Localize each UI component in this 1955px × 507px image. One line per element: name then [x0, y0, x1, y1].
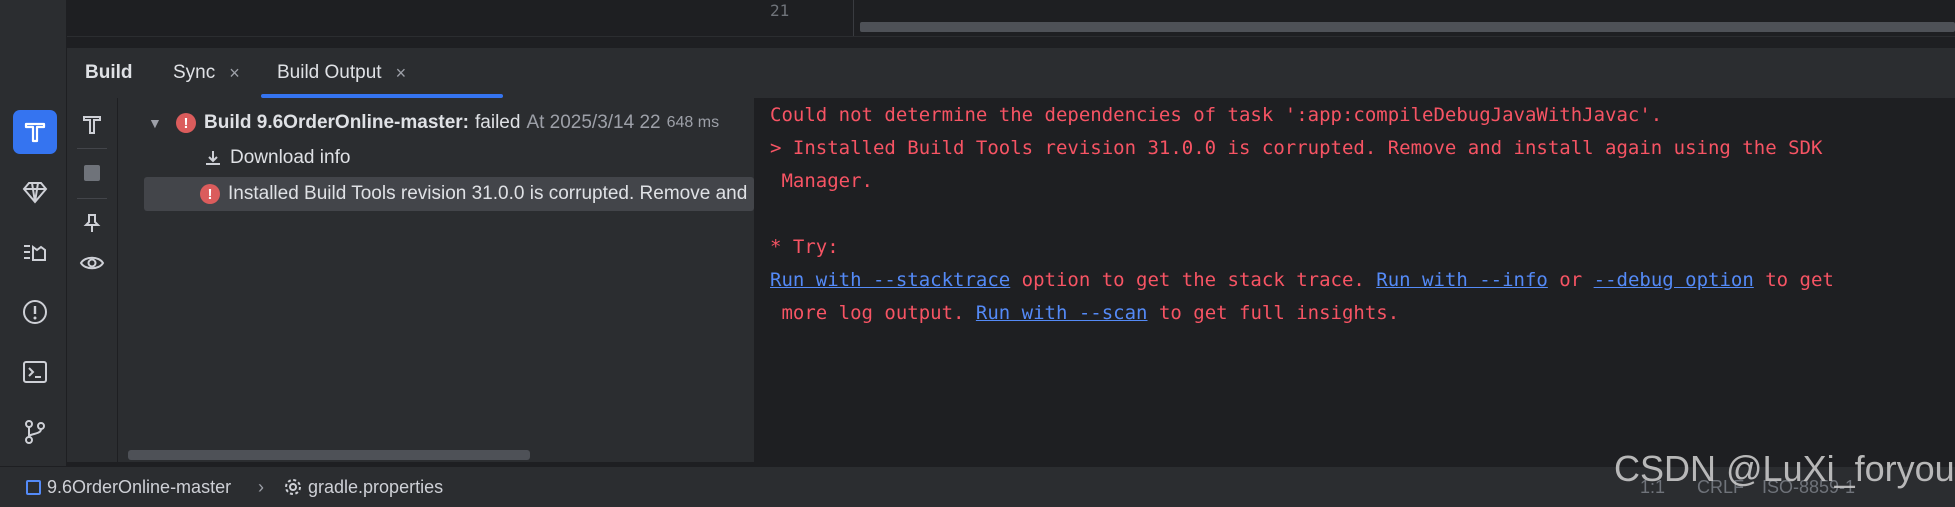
build-tree-root[interactable]: ▼ ! Build 9.6OrderOnline-master: failed … [118, 106, 754, 140]
eye-icon[interactable] [79, 250, 105, 276]
module-icon [26, 479, 41, 495]
git-branch-icon [25, 420, 45, 444]
tree-item-label: Download info [230, 147, 351, 168]
tab-build-output[interactable]: Build Output × [277, 48, 406, 98]
build-time: At 2025/3/14 22 [526, 112, 661, 133]
console-text: option to get the stack trace. [1010, 269, 1377, 291]
tree-item-error[interactable]: ! Installed Build Tools revision 31.0.0 … [144, 177, 754, 211]
more-options-icon[interactable]: ⋮ [1945, 52, 1955, 78]
info-link[interactable]: Run with --info [1376, 269, 1548, 291]
console-line: Manager. [770, 170, 873, 192]
close-icon[interactable]: × [396, 63, 407, 84]
tab-label: Build Output [277, 62, 382, 83]
build-toolbar [67, 98, 118, 462]
logcat-tool-button[interactable] [13, 230, 57, 274]
hammer-icon [24, 122, 46, 143]
console-text: to get full insights. [1147, 302, 1400, 324]
build-status: failed [475, 112, 521, 133]
breadcrumb-project[interactable]: 9.6OrderOnline-master [26, 467, 231, 507]
logcat-icon [24, 245, 46, 261]
stacktrace-link[interactable]: Run with --stacktrace [770, 269, 1010, 291]
watermark: CSDN @LuXi_foryou [1614, 448, 1955, 489]
console-text: or [1547, 269, 1594, 291]
terminal-tool-button[interactable] [13, 350, 57, 394]
breadcrumb-file[interactable]: gradle.properties [284, 467, 443, 507]
tab-label: Sync [173, 62, 216, 83]
tool-window-stripe [0, 0, 67, 466]
breadcrumb-project-label: 9.6OrderOnline-master [47, 476, 232, 497]
panel-title: Build [85, 62, 133, 83]
console-text: to get [1753, 269, 1834, 291]
build-tree: ▼ ! Build 9.6OrderOnline-master: failed … [118, 98, 754, 462]
gear-icon [284, 478, 302, 496]
console-line: Run with --stacktrace option to get the … [770, 267, 1834, 293]
chevron-right-icon: › [258, 476, 264, 497]
download-icon [204, 149, 222, 167]
gutter-divider [853, 0, 854, 36]
toolbar-divider [77, 148, 107, 149]
problems-icon [23, 300, 47, 324]
line-number: 21 [770, 1, 790, 20]
build-tab-bar: Build Sync × Build Output × ⋮ [67, 48, 1955, 99]
chevron-down-icon[interactable]: ▼ [148, 115, 168, 131]
terminal-icon [23, 361, 47, 383]
debug-link[interactable]: --debug option [1594, 269, 1754, 291]
close-icon[interactable]: × [229, 63, 240, 84]
git-tool-button[interactable] [13, 410, 57, 454]
rebuild-hammer-icon[interactable] [79, 112, 105, 138]
stop-icon[interactable] [79, 160, 105, 186]
scan-link[interactable]: Run with --scan [976, 302, 1148, 324]
toolbar-divider [77, 198, 107, 199]
console-line: more log output. Run with --scan to get … [770, 300, 1399, 326]
error-icon: ! [176, 113, 196, 133]
console-line: Could not determine the dependencies of … [770, 104, 1663, 126]
tree-item-download-info[interactable]: Download info [118, 141, 754, 175]
build-duration: 648 ms [666, 114, 720, 131]
pin-icon[interactable] [79, 210, 105, 236]
tree-horizontal-scrollbar[interactable] [128, 450, 530, 460]
console-line: > Installed Build Tools revision 31.0.0 … [770, 137, 1823, 159]
error-icon: ! [200, 184, 220, 204]
editor-horizontal-scrollbar[interactable] [860, 22, 1955, 32]
console-text: more log output. [770, 302, 976, 324]
gem-icon [22, 182, 48, 204]
breadcrumb-file-label: gradle.properties [308, 476, 444, 497]
tab-sync[interactable]: Sync × [173, 48, 240, 98]
console-line: * Try: [770, 236, 839, 258]
gem-tool-button[interactable] [13, 170, 57, 214]
build-tool-button[interactable] [13, 110, 57, 154]
problems-tool-button[interactable] [13, 290, 57, 334]
build-name: Build 9.6OrderOnline-master: [204, 112, 470, 133]
build-output-console: Could not determine the dependencies of … [754, 98, 1955, 462]
tree-item-label: Installed Build Tools revision 31.0.0 is… [228, 183, 748, 204]
